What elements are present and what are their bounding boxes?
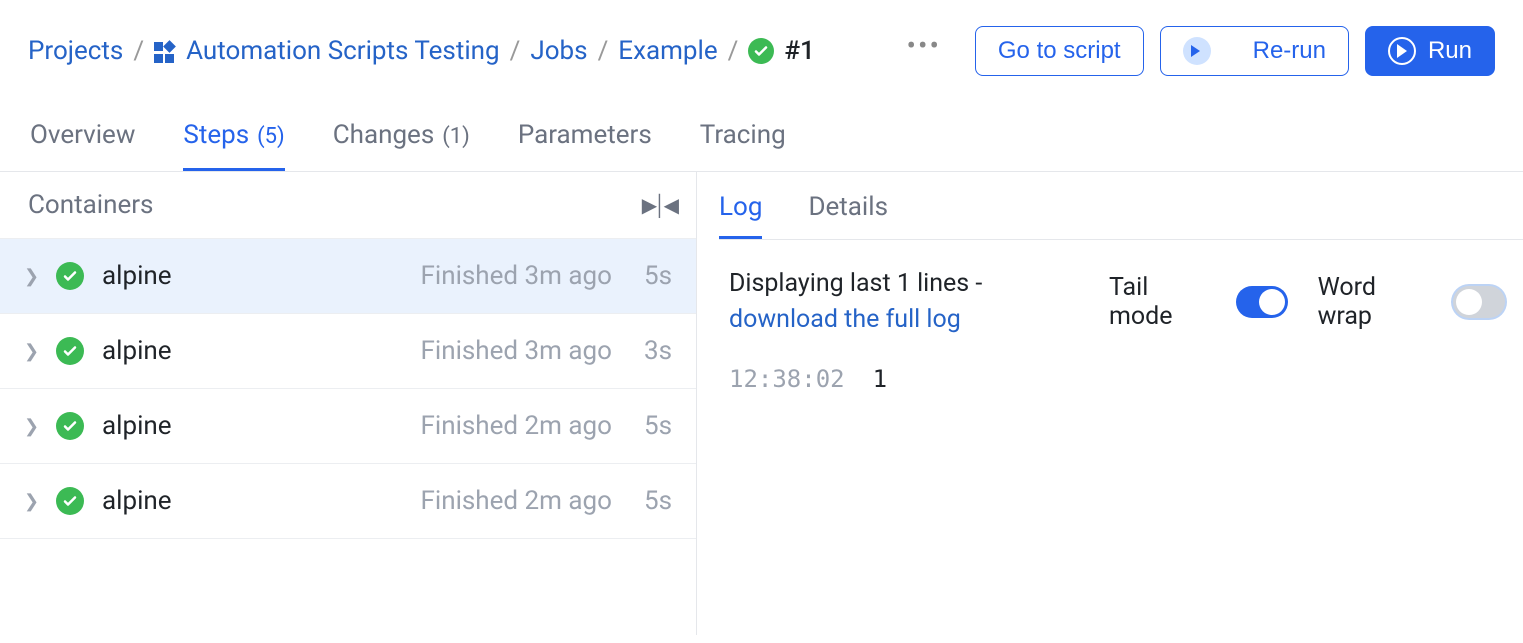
container-row[interactable]: ❯ alpine Finished 3m ago 3s [0, 313, 696, 388]
container-row[interactable]: ❯ alpine Finished 2m ago 5s [0, 388, 696, 463]
breadcrumb: Projects / Automation Scripts Testing / … [28, 36, 883, 66]
containers-panel: Containers ▶│◀ ❯ alpine Finished 3m ago … [0, 172, 697, 635]
play-icon [1191, 45, 1200, 57]
breadcrumb-separator: / [728, 36, 739, 66]
tab-steps[interactable]: Steps (5) [183, 120, 284, 171]
rerun-button[interactable]: Re-run [1160, 26, 1349, 76]
tab-tracing[interactable]: Tracing [700, 120, 786, 171]
tabs: Overview Steps (5) Changes (1) Parameter… [0, 76, 1523, 172]
run-button-label: Run [1428, 37, 1472, 65]
chevron-right-icon: ❯ [24, 491, 38, 512]
status-success-icon [56, 337, 84, 365]
container-name: alpine [102, 336, 403, 366]
tab-parameters[interactable]: Parameters [518, 120, 652, 171]
status-success-icon [56, 487, 84, 515]
container-finished: Finished 2m ago [421, 486, 612, 516]
log-line: 12:38:02 1 [719, 347, 1523, 411]
word-wrap-toggle[interactable] [1453, 286, 1505, 318]
log-display-info: Displaying last 1 lines - download the f… [729, 266, 1049, 339]
container-name: alpine [102, 261, 403, 291]
log-timestamp: 12:38:02 [729, 365, 845, 393]
chevron-right-icon: ❯ [24, 341, 38, 362]
project-icon [154, 42, 176, 64]
word-wrap-label: Word wrap [1318, 273, 1424, 331]
collapse-panel-icon[interactable]: ▶│◀ [642, 193, 676, 218]
tab-changes-label: Changes [333, 120, 435, 150]
container-duration: 5s [644, 261, 672, 291]
chevron-right-icon: ❯ [24, 416, 38, 437]
breadcrumb-projects[interactable]: Projects [28, 36, 123, 66]
tab-steps-count: (5) [257, 124, 285, 149]
run-button[interactable]: Run [1365, 26, 1495, 76]
container-name: alpine [102, 411, 403, 441]
tab-overview[interactable]: Overview [30, 120, 135, 171]
log-panel: Log Details Displaying last 1 lines - do… [697, 172, 1523, 635]
container-finished: Finished 3m ago [421, 336, 612, 366]
download-full-log-link[interactable]: download the full log [729, 305, 961, 334]
container-duration: 3s [644, 336, 672, 366]
container-row[interactable]: ❯ alpine Finished 3m ago 5s [0, 238, 696, 313]
rerun-button-label: Re-run [1253, 37, 1326, 65]
containers-title: Containers [28, 190, 153, 220]
breadcrumb-jobs[interactable]: Jobs [530, 36, 587, 66]
go-to-script-button[interactable]: Go to script [975, 26, 1144, 76]
breadcrumb-separator: / [510, 36, 521, 66]
tail-mode-toggle[interactable] [1236, 286, 1288, 318]
log-display-text: Displaying last 1 lines - [729, 269, 982, 298]
status-success-icon [56, 412, 84, 440]
breadcrumb-job[interactable]: Example [618, 36, 717, 66]
tab-changes[interactable]: Changes (1) [333, 120, 470, 171]
breadcrumb-run-number: #1 [784, 36, 814, 66]
container-duration: 5s [644, 411, 672, 441]
breadcrumb-separator: / [133, 36, 144, 66]
subtab-details[interactable]: Details [808, 192, 888, 239]
breadcrumb-project[interactable]: Automation Scripts Testing [186, 36, 500, 66]
tail-mode-label: Tail mode [1109, 273, 1206, 331]
log-message: 1 [873, 365, 887, 393]
container-finished: Finished 2m ago [421, 411, 612, 441]
chevron-right-icon: ❯ [24, 266, 38, 287]
status-success-icon [748, 38, 774, 64]
tab-steps-label: Steps [183, 120, 249, 150]
container-name: alpine [102, 486, 403, 516]
tab-changes-count: (1) [442, 124, 470, 149]
container-row[interactable]: ❯ alpine Finished 2m ago 5s [0, 463, 696, 539]
container-duration: 5s [644, 486, 672, 516]
breadcrumb-separator: / [598, 36, 609, 66]
subtab-log[interactable]: Log [719, 192, 762, 239]
container-finished: Finished 3m ago [421, 261, 612, 291]
status-success-icon [56, 262, 84, 290]
more-actions-icon[interactable]: ••• [889, 29, 959, 62]
play-circle-icon [1388, 37, 1416, 65]
